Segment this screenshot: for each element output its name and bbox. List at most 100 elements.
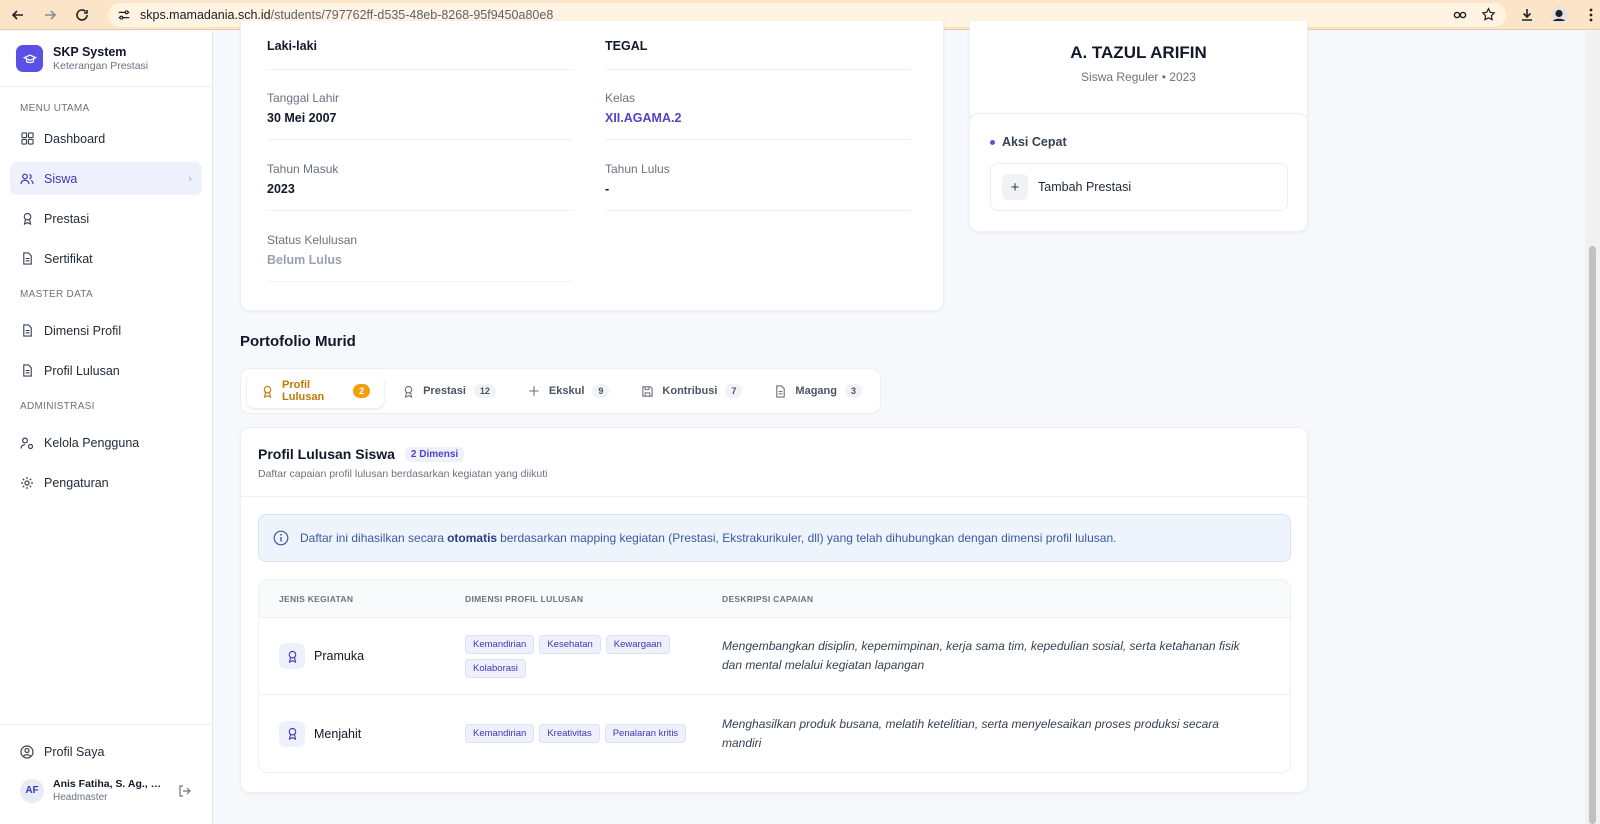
sidebar-item-label: Profil Saya	[44, 744, 105, 759]
portfolio-tabs: Profil Lulusan 2 Prestasi 12 Ekskul 9 Ko…	[240, 368, 881, 414]
dimension-chips: Kemandirian Kreativitas Penalaran kritis	[465, 724, 722, 743]
field-class: Kelas XII.AGAMA.2	[605, 91, 911, 125]
tab-ekskul[interactable]: Ekskul 9	[514, 374, 623, 408]
chevron-right-icon: ›	[188, 172, 192, 185]
sidebar-item-label: Sertifikat	[44, 251, 93, 266]
back-button[interactable]	[4, 1, 32, 29]
sidebar-item-dimensi-profil[interactable]: Dimensi Profil	[10, 314, 202, 347]
add-prestasi-button[interactable]: + Tambah Prestasi	[990, 163, 1288, 211]
info-text-bold: otomatis	[447, 531, 498, 545]
student-detail-card: Laki-laki TEGAL Tanggal Lahir 30 Mei 200…	[240, 21, 944, 311]
arrow-left-icon	[11, 9, 23, 20]
divider	[267, 210, 573, 211]
profile-summary-card: A. TAZUL ARIFIN Siswa Reguler • 2023	[969, 21, 1308, 123]
portfolio-title: Portofolio Murid	[240, 333, 356, 350]
page-scrollbar[interactable]	[1585, 31, 1600, 824]
profil-lulusan-card: Profil Lulusan Siswa 2 Dimensi Daftar ca…	[240, 427, 1308, 793]
sidebar-item-profil-lulusan[interactable]: Profil Lulusan	[10, 354, 202, 387]
divider	[605, 69, 911, 70]
sidebar-item-profil-saya[interactable]: Profil Saya	[10, 735, 202, 768]
forward-button[interactable]	[36, 1, 64, 29]
field-birthdate-value: 30 Mei 2007	[267, 111, 337, 125]
dimension-count-badge: 2 Dimensi	[404, 446, 465, 462]
tab-label: Magang	[795, 385, 837, 397]
class-link[interactable]: XII.AGAMA.2	[605, 111, 911, 125]
table-row: Menjahit Kemandirian Kreativitas Penalar…	[259, 695, 1290, 772]
bookmark-star-icon[interactable]	[1480, 7, 1496, 23]
student-name: A. TAZUL ARIFIN	[1070, 43, 1207, 62]
section-label-admin: ADMINISTRASI	[20, 401, 95, 412]
url-text: skps.mamadania.sch.id/students/797762ff-…	[140, 8, 553, 22]
brand[interactable]: SKP System Keterangan Prestasi	[0, 31, 212, 87]
achievement-description: Mengembangkan disiplin, kepemimpinan, ke…	[722, 639, 1240, 672]
save-icon	[641, 385, 654, 398]
tab-count-badge: 2	[353, 384, 371, 398]
field-gender-value: Laki-laki	[267, 39, 318, 53]
sidebar-item-kelola-pengguna[interactable]: Kelola Pengguna	[10, 426, 202, 459]
url-path: /students/797762ff-d535-48eb-8268-95f945…	[270, 7, 554, 22]
sidebar-item-label: Prestasi	[44, 211, 90, 226]
grid-icon	[20, 132, 34, 146]
tab-count-badge: 3	[844, 384, 862, 398]
user-circle-icon	[20, 744, 34, 759]
field-entry-year-value: 2023	[267, 182, 295, 196]
award-icon	[279, 720, 305, 747]
bullet-dot-icon	[990, 139, 995, 145]
users-icon	[20, 172, 34, 186]
plus-icon	[528, 385, 541, 398]
dimension-chip: Kewargaan	[605, 634, 670, 654]
tab-count-badge: 12	[473, 384, 496, 398]
field-label: Kelas	[605, 91, 636, 105]
field-grad-year-value: -	[605, 182, 610, 196]
add-prestasi-label: Tambah Prestasi	[1038, 180, 1132, 194]
profil-lulusan-table: JENIS KEGIATAN DIMENSI PROFIL LULUSAN DE…	[258, 579, 1291, 773]
dimension-chip: Kesehatan	[539, 634, 601, 654]
tab-label: Prestasi	[423, 385, 466, 397]
sidebar-item-siswa[interactable]: Siswa ›	[10, 162, 202, 195]
sidebar-item-sertifikat[interactable]: Sertifikat	[10, 242, 202, 275]
divider	[605, 210, 911, 211]
document-icon	[20, 252, 34, 266]
dimension-chip: Kreativitas	[539, 724, 600, 743]
dimension-chip: Penalaran kritis	[604, 724, 687, 743]
download-icon[interactable]	[1518, 6, 1536, 24]
password-key-icon[interactable]	[1452, 7, 1468, 23]
logout-icon[interactable]	[178, 784, 192, 798]
student-subtitle: Siswa Reguler • 2023	[1081, 70, 1196, 84]
card-title-text: Profil Lulusan Siswa	[258, 446, 395, 462]
tab-kontribusi[interactable]: Kontribusi 7	[627, 374, 756, 408]
tab-label: Ekskul	[548, 385, 585, 397]
tab-profil-lulusan[interactable]: Profil Lulusan 2	[247, 374, 385, 408]
quick-actions-card: Aksi Cepat + Tambah Prestasi	[969, 113, 1308, 232]
scrollbar-thumb[interactable]	[1589, 246, 1596, 824]
avatar: AF	[20, 778, 44, 803]
profile-avatar-icon[interactable]	[1550, 6, 1568, 24]
sidebar-item-dashboard[interactable]: Dashboard	[10, 122, 202, 155]
reload-button[interactable]	[68, 1, 96, 29]
field-birthplace-value: TEGAL	[605, 39, 648, 53]
field-entry-year: Tahun Masuk 2023	[267, 162, 573, 196]
site-settings-icon[interactable]	[116, 7, 132, 23]
sidebar-item-pengaturan[interactable]: Pengaturan	[10, 466, 202, 499]
field-label: Tahun Lulus	[605, 162, 670, 176]
reload-icon	[76, 8, 88, 21]
field-grad-status: Status Kelulusan Belum Lulus	[267, 233, 573, 267]
field-birthplace: TEGAL	[605, 39, 911, 53]
more-menu-icon[interactable]	[1582, 6, 1600, 24]
field-grad-year: Tahun Lulus -	[605, 162, 911, 196]
sidebar-item-label: Dimensi Profil	[44, 323, 122, 338]
brand-subtitle: Keterangan Prestasi	[53, 60, 149, 72]
dimension-chips: Kemandirian Kesehatan Kewargaan Kolabora…	[465, 634, 722, 678]
plus-icon: +	[1002, 174, 1028, 200]
divider	[605, 139, 911, 140]
url-host: skps.mamadania.sch.id	[140, 7, 271, 22]
sidebar-item-label: Dashboard	[44, 131, 106, 146]
section-label-main: MENU UTAMA	[20, 103, 90, 114]
tab-count-badge: 7	[725, 384, 743, 398]
user-role: Headmaster	[53, 792, 108, 803]
info-text-after: berdasarkan mapping kegiatan (Prestasi, …	[500, 531, 1117, 545]
column-header: DIMENSI PROFIL LULUSAN	[465, 593, 584, 604]
tab-prestasi[interactable]: Prestasi 12	[388, 374, 510, 408]
sidebar-item-prestasi[interactable]: Prestasi	[10, 202, 202, 235]
tab-magang[interactable]: Magang 3	[760, 374, 876, 408]
